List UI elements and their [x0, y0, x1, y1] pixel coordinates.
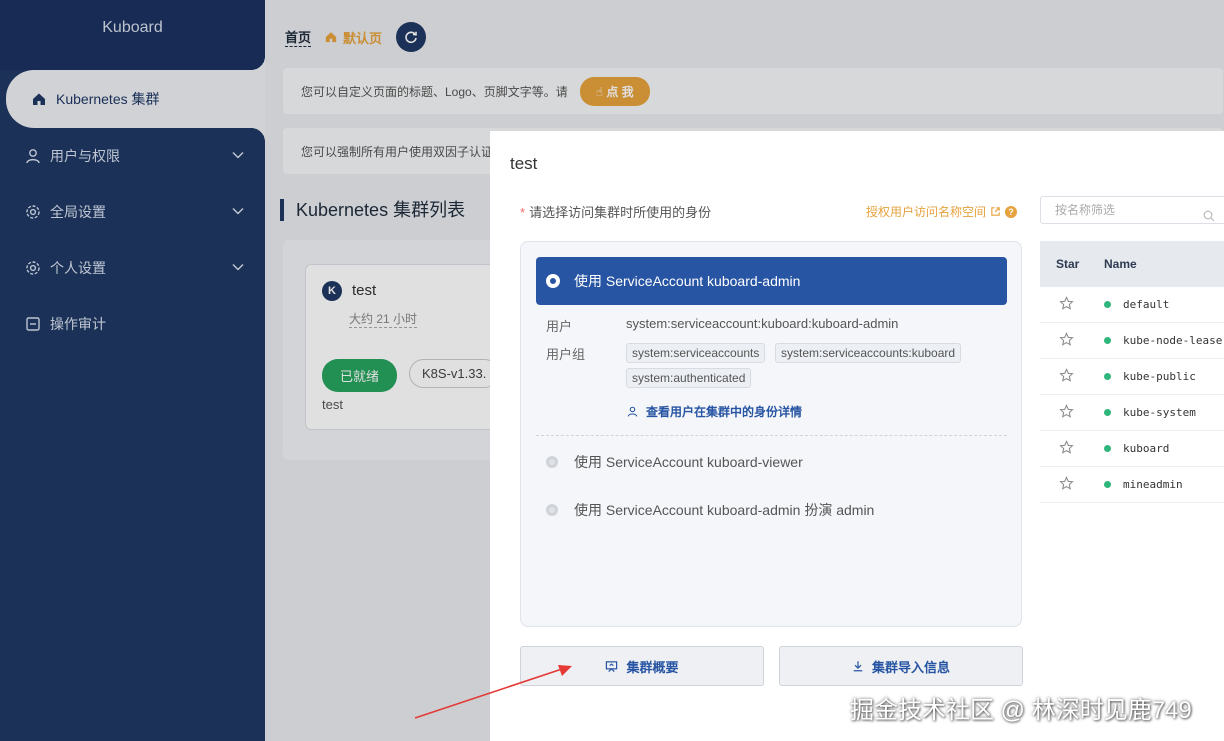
status-dot: [1104, 301, 1111, 308]
button-label: 集群导入信息: [871, 659, 950, 675]
button-label: 集群概要: [626, 659, 679, 675]
table-header: Star Name: [1040, 241, 1224, 287]
identity-label: * 请选择访问集群时所使用的身份: [520, 205, 712, 220]
group-tag: system:serviceaccounts: [626, 343, 766, 363]
identity-detail-link[interactable]: 查看用户在集群中的身份详情: [627, 403, 802, 420]
identity-option-impersonate-admin[interactable]: 使用 ServiceAccount kuboard-admin 扮演 admin: [546, 500, 874, 520]
table-row[interactable]: kube-public: [1040, 359, 1224, 395]
divider: [536, 435, 1007, 436]
dashboard-icon: [606, 660, 618, 672]
star-icon[interactable]: [1059, 367, 1074, 386]
star-icon[interactable]: [1059, 439, 1074, 458]
search-icon: [1203, 205, 1215, 231]
group-tag: system:authenticated: [626, 368, 752, 388]
star-icon[interactable]: [1059, 403, 1074, 422]
user-icon: [627, 406, 638, 417]
namespace-name[interactable]: kube-public: [1123, 370, 1196, 383]
namespace-name[interactable]: kube-system: [1123, 406, 1196, 419]
filter-placeholder: 按名称筛选: [1055, 203, 1116, 217]
table-row[interactable]: kube-node-lease: [1040, 323, 1224, 359]
user-value: system:serviceaccount:kuboard:kuboard-ad…: [626, 316, 899, 331]
watermark: 掘金技术社区 @ 林深时见鹿749: [850, 697, 1192, 724]
status-dot: [1104, 373, 1111, 380]
table-row[interactable]: kube-system: [1040, 395, 1224, 431]
grant-link-text: 授权用户访问名称空间: [866, 205, 987, 219]
table-row[interactable]: default: [1040, 287, 1224, 323]
star-icon[interactable]: [1059, 475, 1074, 494]
group-label: 用户组: [546, 347, 586, 362]
radio-selected[interactable]: [546, 274, 560, 288]
namespace-name[interactable]: default: [1123, 298, 1169, 311]
external-link-icon: [991, 207, 1000, 216]
download-icon: [853, 661, 863, 672]
detail-link-text: 查看用户在集群中的身份详情: [646, 405, 803, 419]
status-dot: [1104, 337, 1111, 344]
status-dot: [1104, 445, 1111, 452]
namespace-name[interactable]: mineadmin: [1123, 478, 1183, 491]
user-label: 用户: [546, 319, 573, 334]
table-row[interactable]: kuboard: [1040, 431, 1224, 467]
identity-label-text: 请选择访问集群时所使用的身份: [529, 205, 712, 220]
column-star: Star: [1056, 257, 1080, 271]
identity-selector: 使用 ServiceAccount kuboard-admin 用户 syste…: [520, 241, 1022, 627]
dialog-title: test: [510, 154, 538, 173]
radio-unselected[interactable]: [546, 456, 558, 468]
identity-option-kuboard-admin[interactable]: 使用 ServiceAccount kuboard-admin: [536, 257, 1007, 305]
grant-namespace-link[interactable]: 授权用户访问名称空间 ?: [866, 203, 1018, 220]
star-icon[interactable]: [1059, 295, 1074, 314]
option-label: 使用 ServiceAccount kuboard-admin: [574, 273, 801, 289]
option-label: 使用 ServiceAccount kuboard-viewer: [574, 454, 803, 470]
column-name: Name: [1104, 257, 1137, 271]
identity-option-kuboard-viewer[interactable]: 使用 ServiceAccount kuboard-viewer: [546, 452, 803, 472]
help-icon[interactable]: ?: [1005, 205, 1018, 218]
option-label: 使用 ServiceAccount kuboard-admin 扮演 admin: [574, 502, 875, 518]
namespace-name[interactable]: kuboard: [1123, 442, 1169, 455]
namespace-name[interactable]: kube-node-lease: [1123, 334, 1222, 347]
status-dot: [1104, 409, 1111, 416]
status-dot: [1104, 481, 1111, 488]
cluster-overview-button[interactable]: 集群概要: [520, 646, 764, 686]
radio-unselected[interactable]: [546, 504, 558, 516]
namespace-table: Star Name default kube-node-lease kube-pub…: [1040, 241, 1224, 503]
table-row[interactable]: mineadmin: [1040, 467, 1224, 503]
cluster-access-dialog: test * 请选择访问集群时所使用的身份 授权用户访问名称空间 ? 使用 Ser…: [490, 131, 1224, 741]
star-icon[interactable]: [1059, 331, 1074, 350]
cluster-import-info-button[interactable]: 集群导入信息: [779, 646, 1023, 686]
group-tag: system:serviceaccounts:kuboard: [775, 343, 962, 363]
namespace-filter-input[interactable]: 按名称筛选: [1040, 196, 1224, 224]
